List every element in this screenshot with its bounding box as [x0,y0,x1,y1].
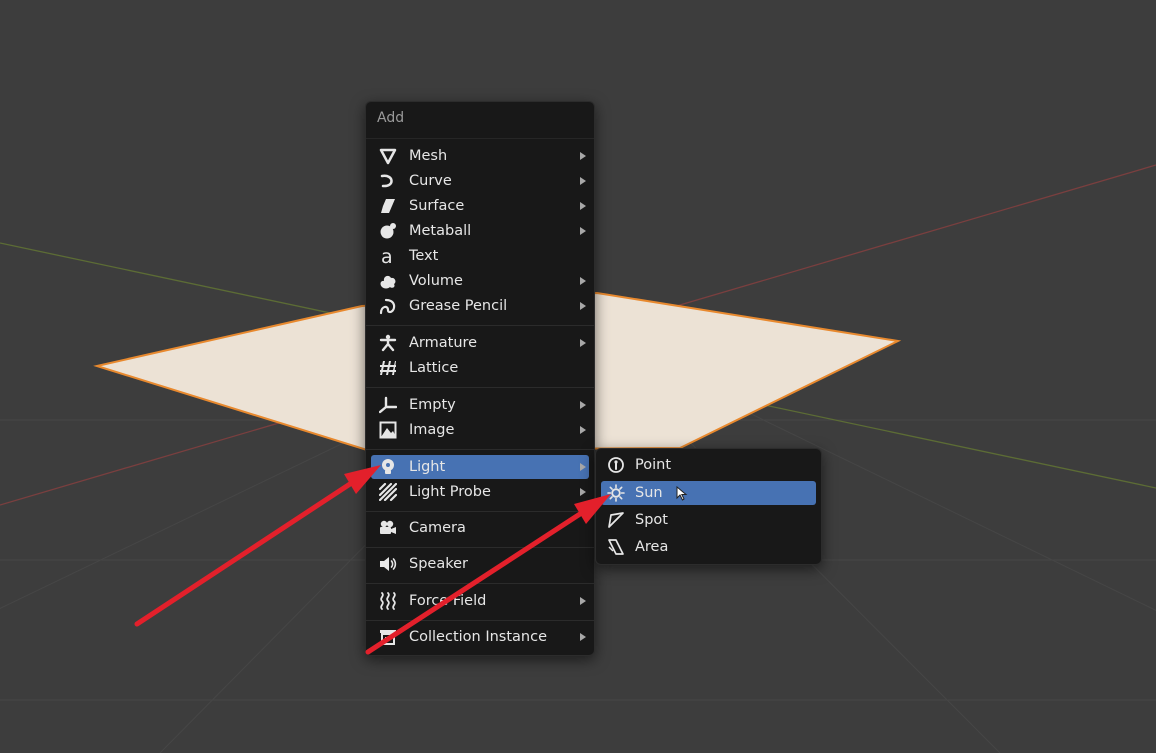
menu-item-empty[interactable]: Empty [371,393,589,417]
menu-item-label: Volume [409,273,463,289]
point-light-icon [606,455,626,475]
menu-item-label: Force Field [409,593,487,609]
menu-item-light-probe[interactable]: Light Probe [371,480,589,504]
mouse-cursor-icon [676,486,688,501]
submenu-arrow-icon [580,463,586,471]
armature-icon [378,333,398,353]
sun-light-icon [606,483,626,503]
submenu-item-area[interactable]: Area [601,535,816,559]
svg-text:a: a [381,247,393,265]
menu-item-label: Light [409,459,446,475]
submenu-arrow-icon [580,426,586,434]
image-icon [378,420,398,440]
menu-item-label: Collection Instance [409,629,548,645]
menu-item-label: Armature [409,335,478,351]
menu-item-label: Camera [409,520,466,536]
menu-item-label: Curve [409,173,452,189]
menu-separator [366,387,594,388]
menu-item-label: Mesh [409,148,448,164]
menu-item-surface[interactable]: Surface [371,194,589,218]
submenu-arrow-icon [580,302,586,310]
curve-icon [378,171,398,191]
menu-item-curve[interactable]: Curve [371,169,589,193]
submenu-arrow-icon [580,277,586,285]
lattice-icon [378,358,398,378]
menu-item-label: Speaker [409,556,468,572]
menu-item-label: Lattice [409,360,459,376]
submenu-item-point[interactable]: Point [601,453,816,477]
submenu-arrow-icon [580,633,586,641]
menu-item-label: Metaball [409,223,472,239]
menu-item-grease-pencil[interactable]: Grease Pencil [371,294,589,318]
submenu-arrow-icon [580,227,586,235]
menu-separator [366,583,594,584]
menu-item-label: Image [409,422,455,438]
menu-item-light[interactable]: Light [371,455,589,479]
submenu-arrow-icon [580,152,586,160]
light-submenu: Point Sun Spot Area [595,448,822,565]
metaball-icon [378,221,398,241]
submenu-arrow-icon [580,401,586,409]
camera-icon [378,518,398,538]
menu-separator [366,325,594,326]
menu-item-mesh[interactable]: Mesh [371,144,589,168]
mesh-icon [378,146,398,166]
spot-light-icon [606,510,626,530]
submenu-arrow-icon [580,488,586,496]
menu-item-label: Text [409,248,439,264]
menu-separator [366,511,594,512]
force-field-icon [378,591,398,611]
menu-item-force-field[interactable]: Force Field [371,589,589,613]
surface-icon [378,196,398,216]
submenu-arrow-icon [580,597,586,605]
submenu-item-label: Point [635,457,672,473]
empty-icon [378,395,398,415]
area-light-icon [606,537,626,557]
volume-icon [378,271,398,291]
menu-item-label: Surface [409,198,465,214]
submenu-item-label: Area [635,539,669,555]
collection-instance-icon [378,627,398,647]
submenu-arrow-icon [580,177,586,185]
light-icon [378,457,398,477]
menu-item-label: Empty [409,397,456,413]
speaker-icon [378,554,398,574]
add-menu: Add Mesh Curve Surface Metaball a Text V… [365,101,595,656]
text-icon: a [378,246,398,266]
menu-item-image[interactable]: Image [371,418,589,442]
menu-item-camera[interactable]: Camera [371,516,589,540]
menu-item-armature[interactable]: Armature [371,331,589,355]
menu-item-text[interactable]: a Text [371,244,589,268]
submenu-arrow-icon [580,339,586,347]
submenu-arrow-icon [580,202,586,210]
menu-separator [366,620,594,621]
menu-item-speaker[interactable]: Speaker [371,552,589,576]
menu-item-label: Grease Pencil [409,298,508,314]
menu-item-metaball[interactable]: Metaball [371,219,589,243]
light-probe-icon [378,482,398,502]
submenu-item-label: Sun [635,485,663,501]
menu-separator [366,449,594,450]
menu-item-label: Light Probe [409,484,491,500]
menu-item-volume[interactable]: Volume [371,269,589,293]
submenu-item-label: Spot [635,512,668,528]
menu-divider [366,138,594,139]
menu-item-collection-instance[interactable]: Collection Instance [371,625,589,649]
submenu-item-sun[interactable]: Sun [601,481,816,505]
grease-pencil-icon [378,296,398,316]
menu-item-lattice[interactable]: Lattice [371,356,589,380]
submenu-item-spot[interactable]: Spot [601,508,816,532]
menu-separator [366,547,594,548]
menu-title: Add [377,110,405,126]
